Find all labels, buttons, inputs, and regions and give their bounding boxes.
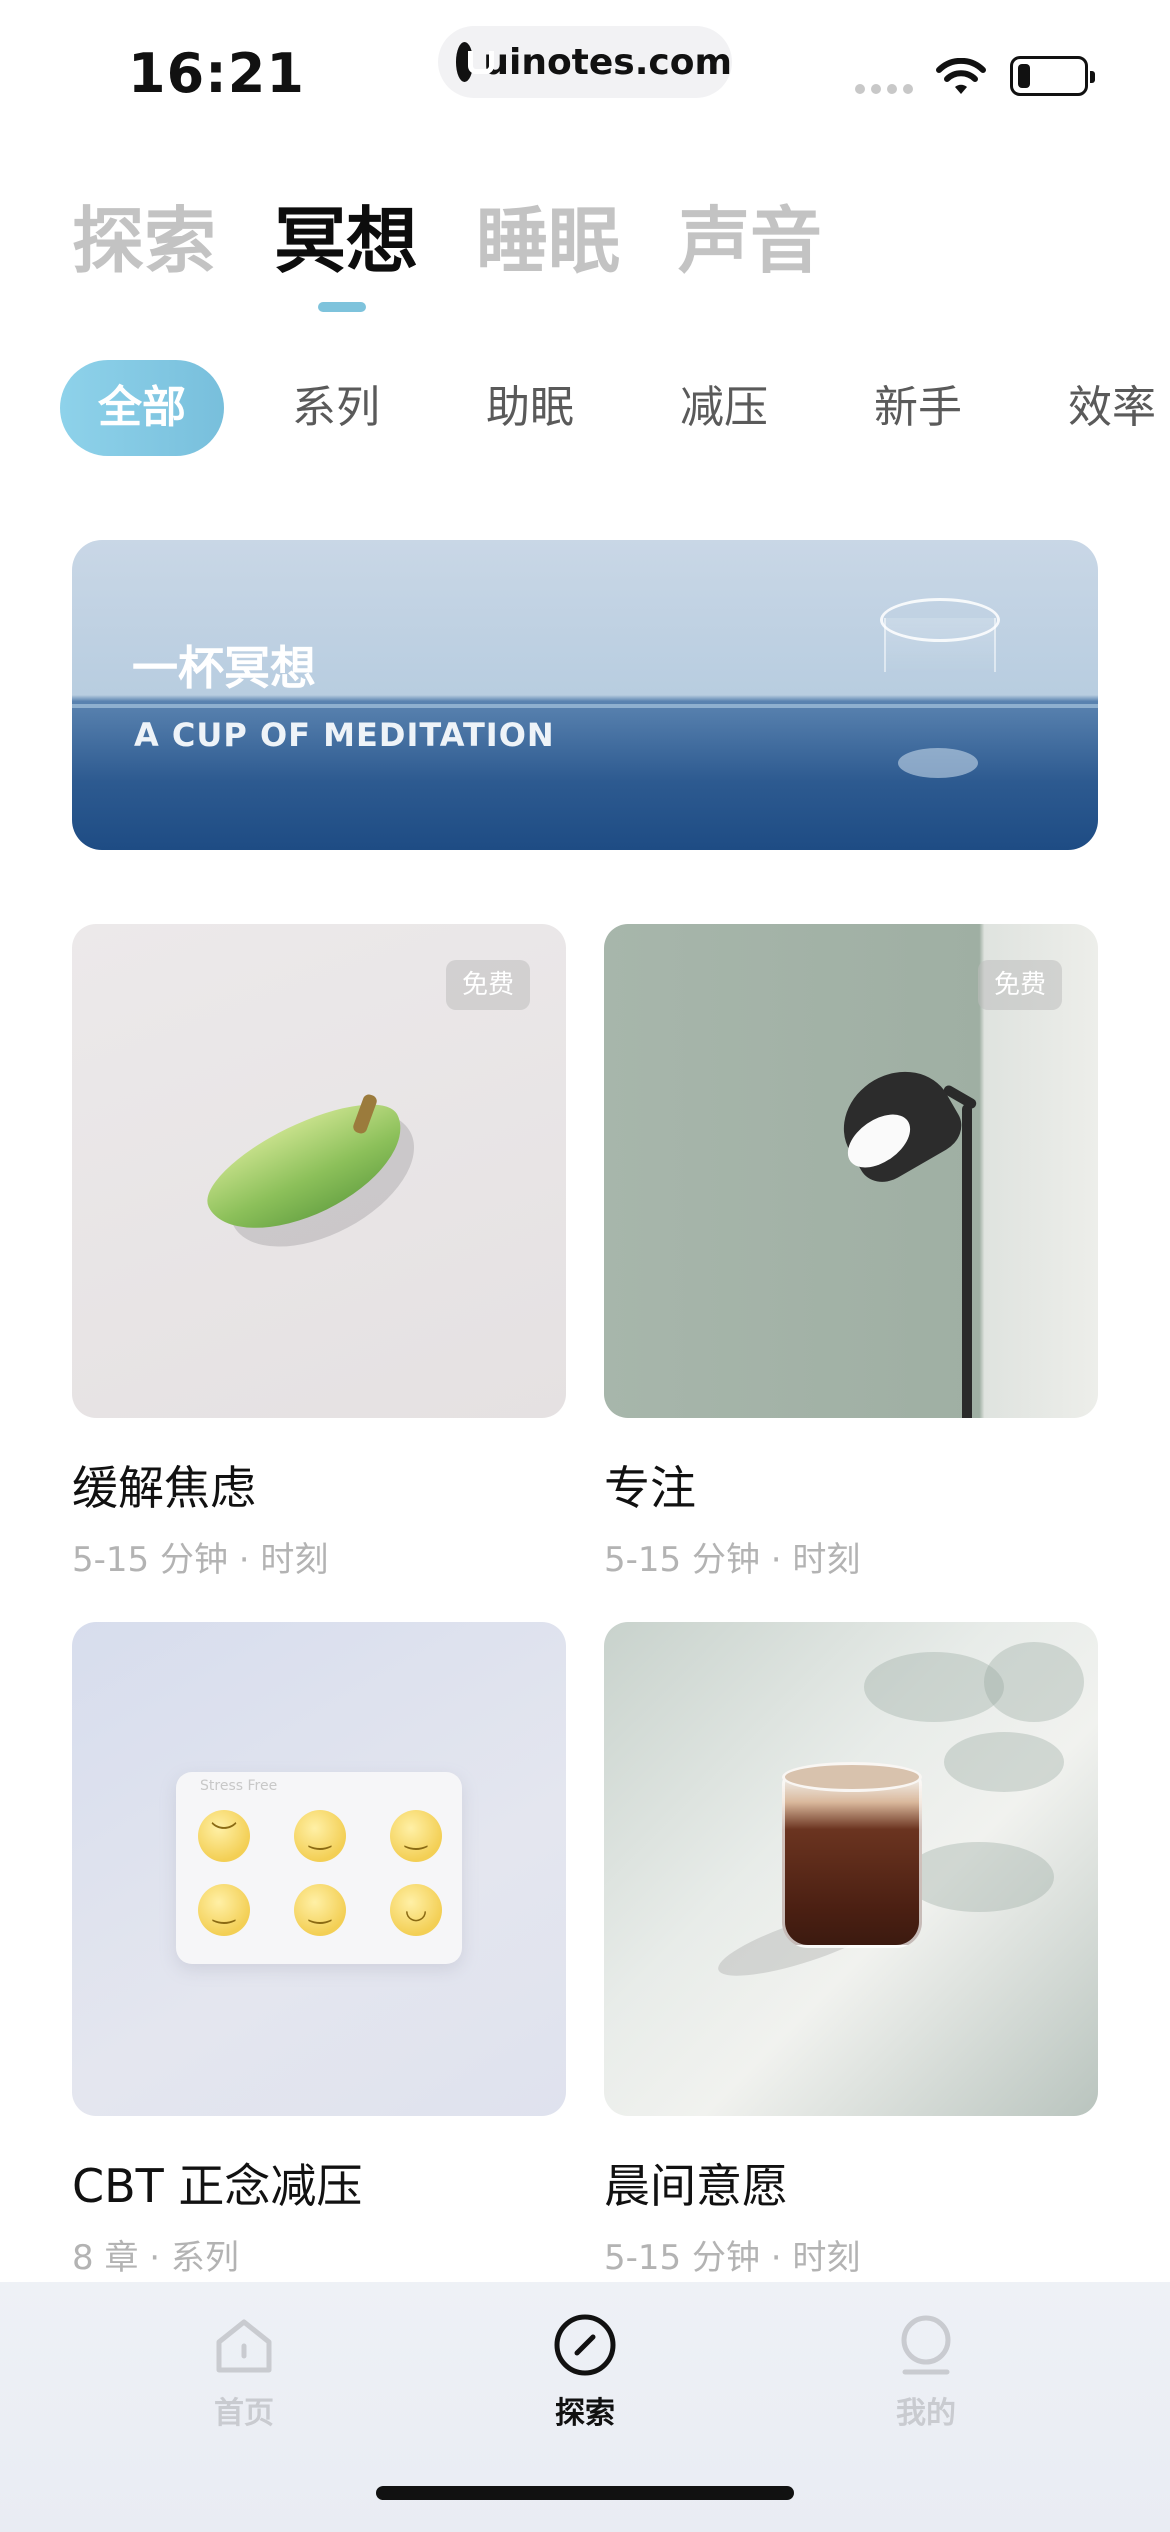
card-meta: 5-15 分钟 · 时刻	[72, 1540, 329, 1580]
nav-me[interactable]: 我的	[846, 2310, 1006, 2432]
battery-icon	[1010, 56, 1095, 96]
chip-sleep-aid[interactable]: 助眠	[448, 360, 612, 456]
tab-sleep[interactable]: 睡眠	[476, 196, 620, 286]
card-image-smiley-pills: Stress Free ︶ ‿ ‿ ‿ ‿ ◡	[72, 1622, 566, 2116]
smile-face-icon: ‿	[198, 1884, 250, 1936]
url-pill[interactable]: uinotes.com	[438, 26, 732, 98]
card-image-coffee	[604, 1622, 1098, 2116]
free-badge: 免费	[445, 960, 530, 1010]
nav-explore[interactable]: 探索	[505, 2310, 665, 2432]
person-icon	[901, 2315, 951, 2375]
main-tabs: 探索 冥想 睡眠 声音	[72, 196, 822, 286]
smile-face-icon: ‿	[390, 1810, 442, 1862]
pill-pack: Stress Free ︶ ‿ ‿ ‿ ‿ ◡	[176, 1772, 462, 1964]
neutral-face-icon: ‿	[294, 1810, 346, 1862]
app-screen: 16:21 uinotes.com 探索 冥想 睡眠 声音 全部 系列 助眠 减…	[0, 0, 1170, 2532]
url-text: uinotes.com	[483, 41, 732, 83]
home-indicator[interactable]	[376, 2486, 794, 2500]
free-badge: 免费	[977, 960, 1062, 1010]
course-card-anxiety[interactable]: 免费 缓解焦虑 5-15 分钟 · 时刻	[72, 924, 566, 1581]
active-tab-indicator	[318, 302, 366, 312]
card-meta: 5-15 分钟 · 时刻	[604, 2238, 861, 2278]
nav-explore-label: 探索	[555, 2396, 615, 2431]
nav-home[interactable]: 首页	[164, 2310, 324, 2432]
card-title: 专注	[604, 1461, 696, 1515]
wifi-icon	[936, 58, 986, 94]
tab-explore[interactable]: 探索	[72, 196, 216, 286]
nav-home-label: 首页	[214, 2396, 274, 2431]
card-title: CBT 正念减压	[72, 2159, 363, 2213]
featured-banner[interactable]: 一杯冥想 A CUP OF MEDITATION	[72, 540, 1098, 850]
chip-stress-relief[interactable]: 减压	[642, 360, 806, 456]
card-image-lamp: 免费	[604, 924, 1098, 1418]
home-icon	[216, 2319, 272, 2373]
pack-label: Stress Free	[200, 1778, 278, 1794]
chip-series[interactable]: 系列	[254, 360, 418, 456]
sad-face-icon: ︶	[198, 1810, 250, 1862]
card-title: 缓解焦虑	[72, 1461, 256, 1515]
smile-face-icon: ‿	[294, 1884, 346, 1936]
card-meta: 8 章 · 系列	[72, 2238, 239, 2278]
status-bar: 16:21 uinotes.com	[0, 0, 1170, 140]
course-card-morning[interactable]: 晨间意愿 5-15 分钟 · 时刻	[604, 1622, 1098, 2279]
grin-face-icon: ◡	[390, 1884, 442, 1936]
tab-meditation[interactable]: 冥想	[274, 196, 418, 286]
glass-cup-illustration	[880, 598, 1000, 674]
card-meta: 5-15 分钟 · 时刻	[604, 1540, 861, 1580]
chip-all[interactable]: 全部	[60, 360, 224, 456]
compass-icon	[554, 2314, 616, 2376]
card-image-banana: 免费	[72, 924, 566, 1418]
cup-reflection	[898, 748, 978, 778]
banner-title: 一杯冥想	[132, 641, 316, 695]
banner-horizon	[72, 704, 1098, 708]
nav-me-label: 我的	[896, 2396, 956, 2431]
category-chips: 全部 系列 助眠 减压 新手 效率 情	[60, 360, 1170, 456]
chip-efficiency[interactable]: 效率	[1030, 360, 1170, 456]
course-card-cbt[interactable]: Stress Free ︶ ‿ ‿ ‿ ‿ ◡ CBT 正念减压 8 章 · 系…	[72, 1622, 566, 2279]
chip-beginner[interactable]: 新手	[836, 360, 1000, 456]
cellular-signal-icon	[855, 84, 913, 94]
card-title: 晨间意愿	[604, 2159, 788, 2213]
tab-sound[interactable]: 声音	[678, 196, 822, 286]
banner-subtitle: A CUP OF MEDITATION	[134, 716, 555, 754]
status-time: 16:21	[128, 42, 305, 105]
course-card-focus[interactable]: 免费 专注 5-15 分钟 · 时刻	[604, 924, 1098, 1581]
site-logo-icon	[456, 42, 495, 82]
